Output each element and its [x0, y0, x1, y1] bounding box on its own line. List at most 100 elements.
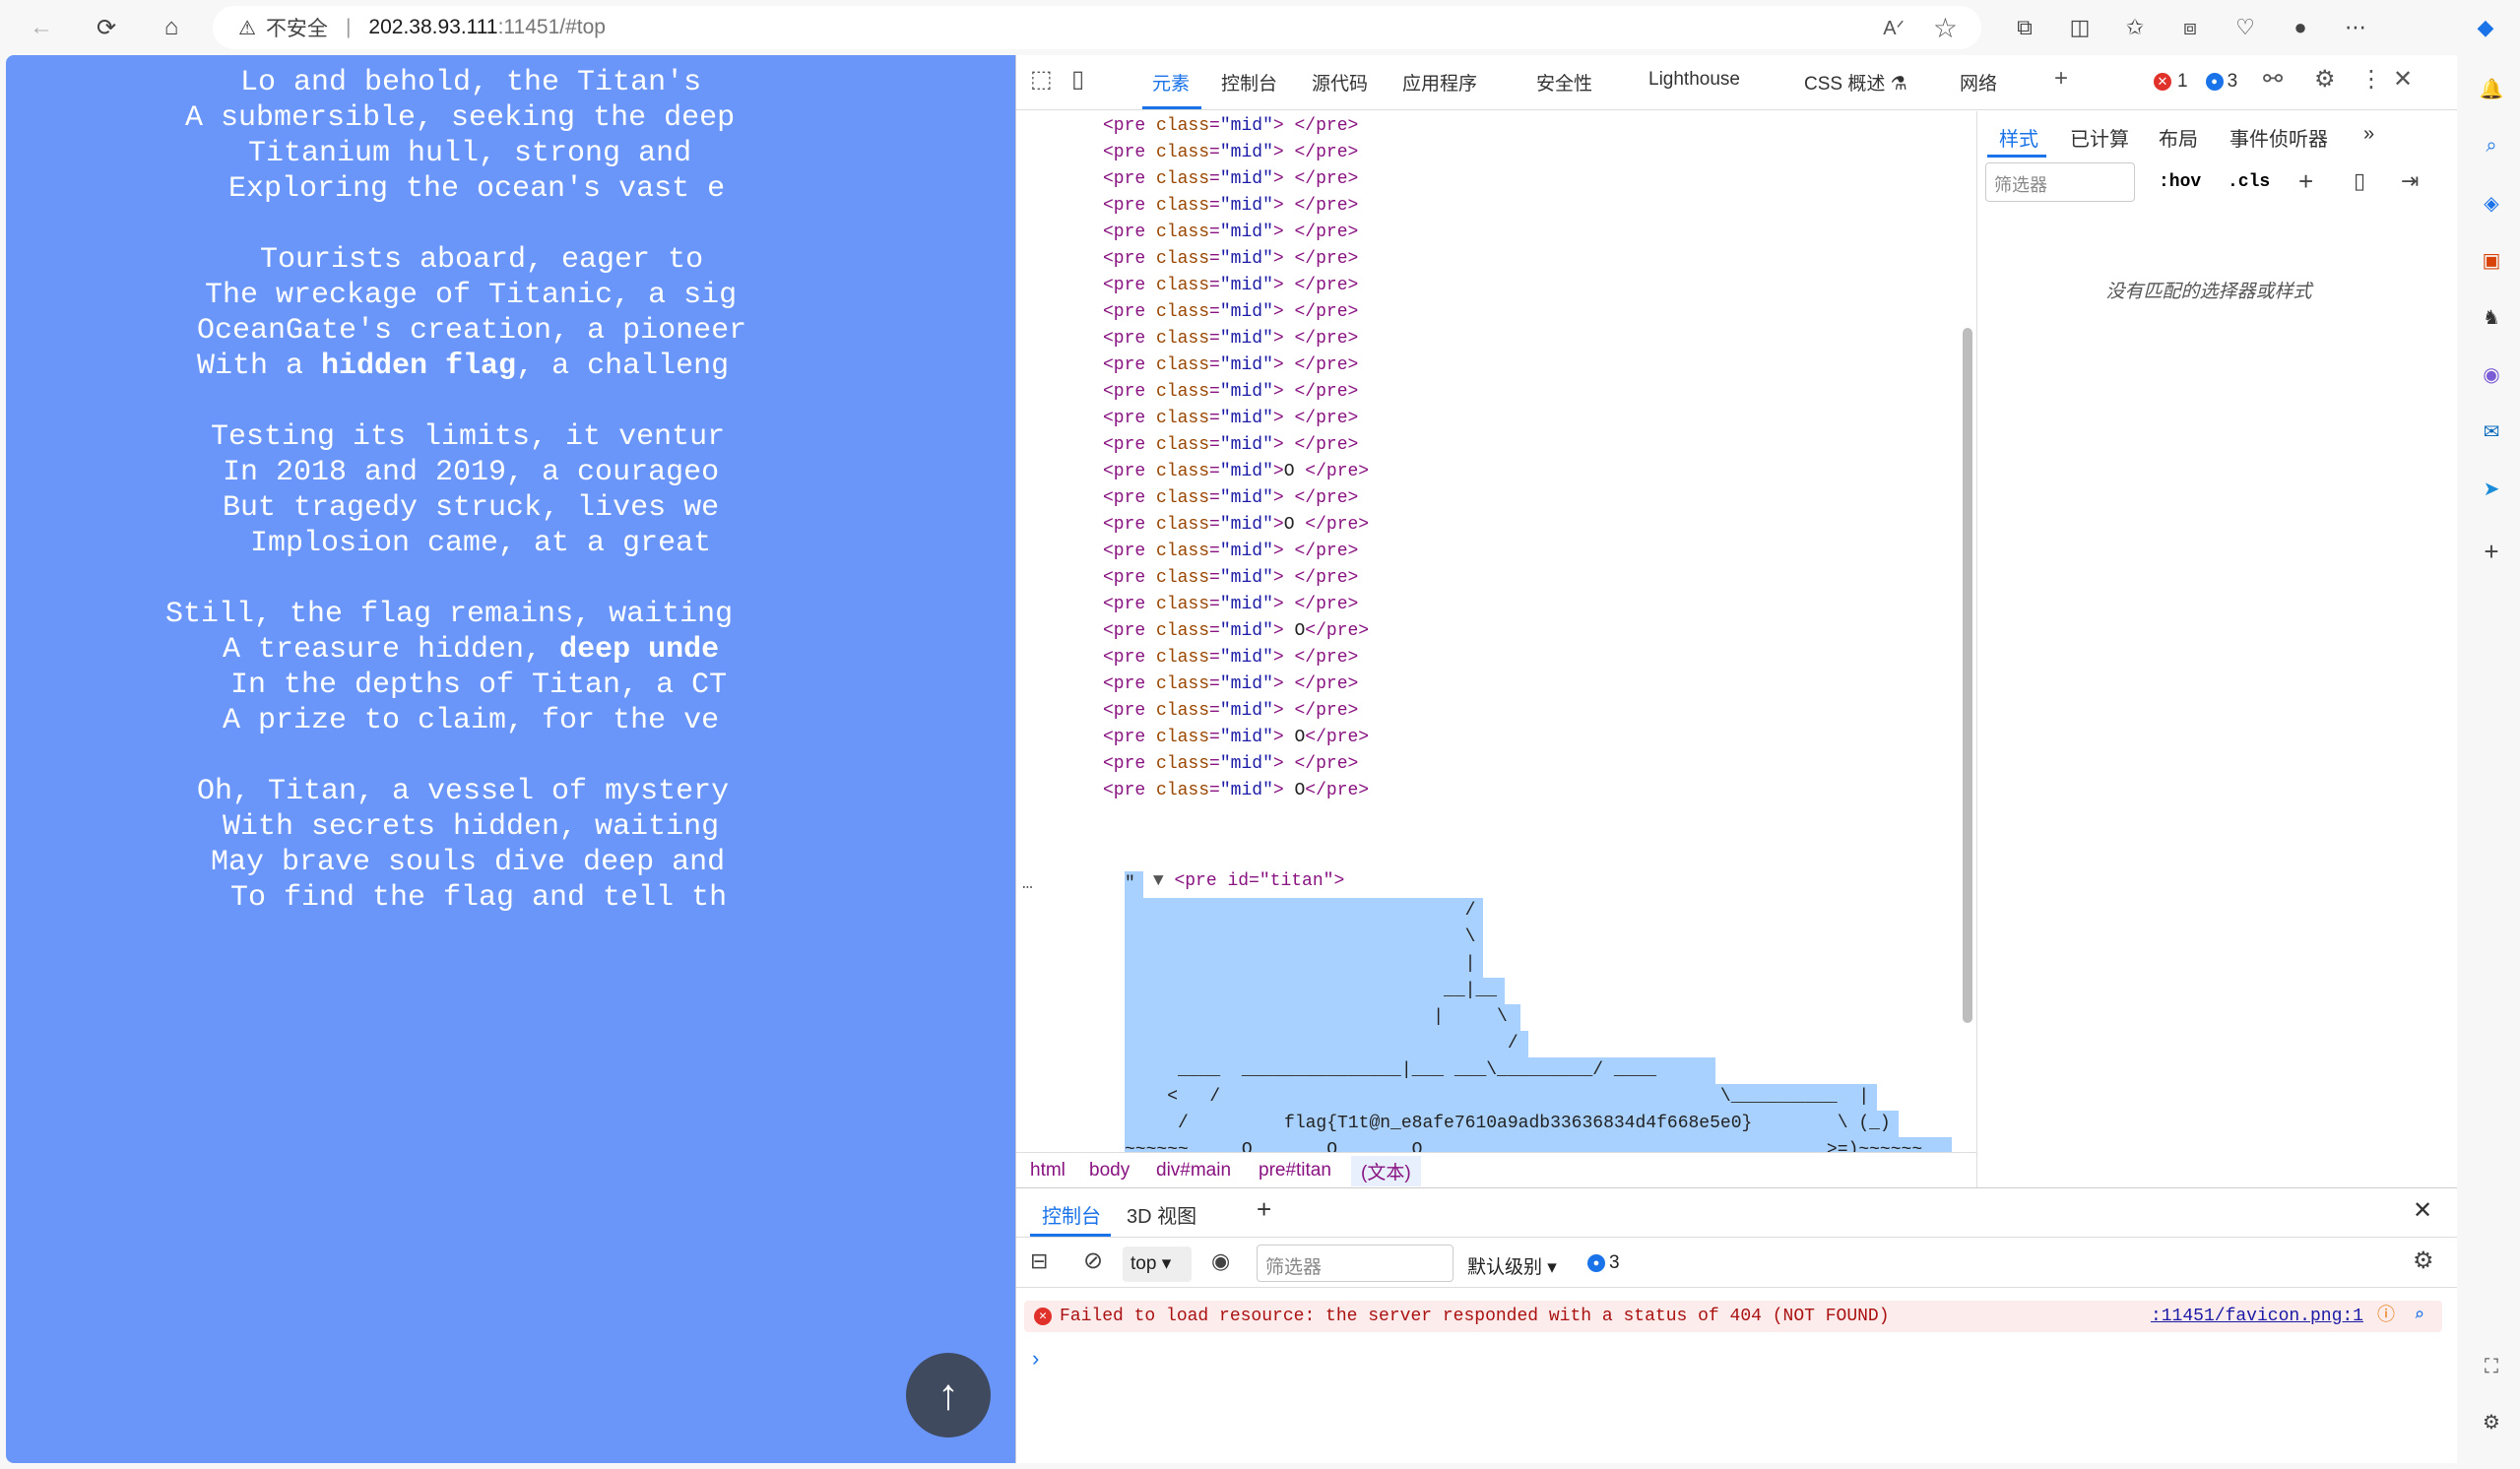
- close-devtools-icon[interactable]: ✕: [2393, 65, 2413, 94]
- sidebar-settings-gear-icon[interactable]: ⚙: [2476, 1406, 2507, 1437]
- console-prompt[interactable]: ›: [1032, 1346, 1039, 1372]
- home-button[interactable]: ⌂: [152, 8, 191, 47]
- tab-lighthouse[interactable]: Lighthouse: [1648, 69, 1740, 91]
- crumb-text[interactable]: (文本): [1351, 1156, 1421, 1186]
- tab-network[interactable]: 网络: [1960, 69, 1997, 96]
- error-source-link[interactable]: :11451/favicon.png:1: [2151, 1301, 2363, 1332]
- scrollbar-thumb[interactable]: [1963, 328, 1972, 1023]
- settings-gear-icon[interactable]: ⚙: [2314, 65, 2336, 94]
- tab-console[interactable]: 控制台: [1221, 69, 1277, 96]
- crumb-pre-titan[interactable]: pre#titan: [1259, 1160, 1331, 1182]
- elements-scrollbar[interactable]: [1959, 111, 1976, 1210]
- dom-node-pre-mid[interactable]: <pre class="mid"> O</pre>: [1103, 778, 1369, 804]
- more-tabs-icon[interactable]: »: [2363, 123, 2374, 146]
- read-aloud-icon[interactable]: Aᐟ: [1883, 16, 1905, 40]
- drawer-add-icon[interactable]: +: [1257, 1194, 1271, 1225]
- toggle-sidebar-icon[interactable]: ⇥: [2401, 168, 2419, 194]
- crumb-html[interactable]: html: [1030, 1160, 1066, 1182]
- dom-node-pre-mid[interactable]: <pre class="mid"> </pre>: [1103, 698, 1358, 725]
- url-path[interactable]: :11451/#top: [498, 16, 606, 39]
- issues-badge[interactable]: ✕ 1 ● 3: [2154, 71, 2237, 93]
- dom-node-pre-mid[interactable]: <pre class="mid"> </pre>: [1103, 539, 1358, 565]
- ellipsis-icon[interactable]: …: [1022, 871, 1033, 898]
- dom-node-pre-mid[interactable]: <pre class="mid"> </pre>: [1103, 166, 1358, 193]
- outlook-icon[interactable]: ✉: [2476, 415, 2507, 447]
- notifications-bell-icon[interactable]: 🔔: [2476, 73, 2507, 104]
- sidebar-toggle-icon[interactable]: ⊟: [1030, 1248, 1048, 1274]
- extensions-icon[interactable]: ⧉: [2007, 10, 2042, 45]
- search-icon[interactable]: ⌕: [2476, 130, 2507, 161]
- more-options-icon[interactable]: ⋮: [2359, 65, 2383, 94]
- cls-toggle[interactable]: .cls: [2228, 172, 2270, 192]
- dom-node-pre-mid[interactable]: <pre class="mid"> </pre>: [1103, 220, 1358, 246]
- more-menu-icon[interactable]: ⋯: [2338, 10, 2373, 45]
- tab-sources[interactable]: 源代码: [1312, 69, 1368, 96]
- tab-application[interactable]: 应用程序: [1402, 69, 1477, 96]
- hov-toggle[interactable]: :hov: [2159, 172, 2201, 192]
- add-tab-icon[interactable]: +: [2054, 65, 2068, 93]
- info-icon[interactable]: ⓘ: [2377, 1301, 2395, 1332]
- dom-node-pre-mid[interactable]: <pre class="mid"> </pre>: [1103, 565, 1358, 592]
- console-issues-count[interactable]: ● 3: [1587, 1252, 1620, 1274]
- search-icon[interactable]: ⌕: [2414, 1301, 2424, 1332]
- shopping-tag-icon[interactable]: ◈: [2476, 187, 2507, 219]
- reload-button[interactable]: ⟳: [87, 8, 126, 47]
- dom-node-pre-mid[interactable]: <pre class="mid"> </pre>: [1103, 193, 1358, 220]
- console-filter-input[interactable]: 筛选器: [1257, 1245, 1454, 1282]
- paint-icon[interactable]: ▯: [2354, 168, 2365, 194]
- tools-briefcase-icon[interactable]: ▣: [2476, 244, 2507, 276]
- dom-node-pre-mid[interactable]: <pre class="mid"> O</pre>: [1103, 725, 1369, 751]
- dom-node-pre-mid[interactable]: <pre class="mid"> </pre>: [1103, 140, 1358, 166]
- favorite-star-icon[interactable]: ☆: [1933, 12, 1958, 44]
- context-select[interactable]: top ▾: [1123, 1246, 1192, 1282]
- tab-layout[interactable]: 布局: [2159, 123, 2198, 152]
- tab-styles[interactable]: 样式: [1999, 123, 2038, 152]
- close-drawer-icon[interactable]: ✕: [2413, 1196, 2432, 1225]
- dom-node-pre-mid[interactable]: <pre class="mid"> </pre>: [1103, 246, 1358, 273]
- dom-node-pre-mid[interactable]: <pre class="mid"> </pre>: [1103, 299, 1358, 326]
- microsoft-365-icon[interactable]: ◉: [2476, 358, 2507, 390]
- address-bar[interactable]: ⚠ 不安全 | 202.38.93.111:11451/#top Aᐟ ☆: [213, 6, 1981, 49]
- insecure-label[interactable]: 不安全: [266, 13, 328, 42]
- styles-filter-input[interactable]: 筛选器: [1985, 162, 2135, 202]
- crumb-body[interactable]: body: [1089, 1160, 1130, 1182]
- titan-node[interactable]: ▼ <pre id="titan">: [1089, 842, 1344, 891]
- dom-node-pre-mid[interactable]: <pre class="mid"> </pre>: [1103, 645, 1358, 671]
- favorites-icon[interactable]: ✩: [2117, 10, 2153, 45]
- screenshot-icon[interactable]: ⛶: [2476, 1351, 2507, 1382]
- drop-send-icon[interactable]: ➤: [2476, 473, 2507, 504]
- dom-node-pre-mid[interactable]: <pre class="mid"> </pre>: [1103, 379, 1358, 406]
- tab-css-overview[interactable]: CSS 概述 ⚗: [1804, 69, 1907, 96]
- tab-computed[interactable]: 已计算: [2070, 123, 2129, 152]
- drawer-tab-console[interactable]: 控制台: [1042, 1200, 1101, 1229]
- dom-node-pre-mid[interactable]: <pre class="mid"> </pre>: [1103, 751, 1358, 778]
- scroll-to-top-button[interactable]: ↑: [906, 1353, 991, 1437]
- dom-node-pre-mid[interactable]: <pre class="mid"> </pre>: [1103, 406, 1358, 432]
- dom-node-pre-mid[interactable]: <pre class="mid"> </pre>: [1103, 485, 1358, 512]
- dom-node-pre-mid[interactable]: <pre class="mid"> </pre>: [1103, 671, 1358, 698]
- profile-icon[interactable]: ●: [2283, 10, 2318, 45]
- tab-event-listeners[interactable]: 事件侦听器: [2229, 123, 2328, 152]
- url-host[interactable]: 202.38.93.111: [368, 16, 497, 39]
- log-level-select[interactable]: 默认级别 ▾: [1467, 1252, 1557, 1279]
- drawer-tab-3d[interactable]: 3D 视图: [1127, 1200, 1196, 1229]
- copilot-icon[interactable]: ◆: [2468, 10, 2503, 45]
- warning-icon[interactable]: ⚠: [238, 16, 256, 40]
- dom-node-pre-mid[interactable]: <pre class="mid"> </pre>: [1103, 273, 1358, 299]
- dom-node-pre-mid[interactable]: <pre class="mid"> </pre>: [1103, 113, 1358, 140]
- crumb-div-main[interactable]: div#main: [1156, 1160, 1231, 1182]
- dom-node-pre-mid[interactable]: <pre class="mid">O </pre>: [1103, 512, 1369, 539]
- live-expression-eye-icon[interactable]: ◉: [1211, 1248, 1230, 1274]
- console-settings-gear-icon[interactable]: ⚙: [2413, 1246, 2434, 1275]
- new-rule-icon[interactable]: +: [2298, 166, 2313, 197]
- clear-console-icon[interactable]: ⊘: [1083, 1246, 1103, 1275]
- browser-essentials-icon[interactable]: ♡: [2228, 10, 2263, 45]
- dom-node-pre-mid[interactable]: <pre class="mid"> </pre>: [1103, 326, 1358, 352]
- dom-node-pre-mid[interactable]: <pre class="mid"> </pre>: [1103, 592, 1358, 618]
- tab-security[interactable]: 安全性: [1536, 69, 1592, 96]
- collections-icon[interactable]: ⧈: [2172, 10, 2208, 45]
- dom-node-pre-mid[interactable]: <pre class="mid">O </pre>: [1103, 459, 1369, 485]
- tab-elements[interactable]: 元素: [1152, 69, 1190, 96]
- dom-node-pre-mid[interactable]: <pre class="mid"> </pre>: [1103, 352, 1358, 379]
- device-toolbar-icon[interactable]: ▯: [1071, 65, 1084, 94]
